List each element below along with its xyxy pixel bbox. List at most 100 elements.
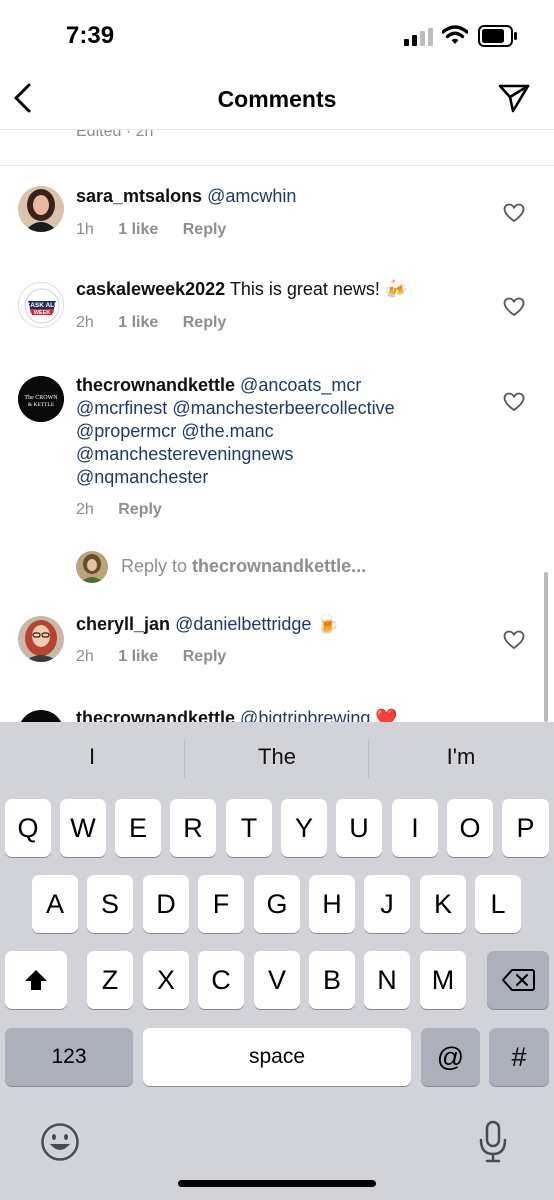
key-z[interactable]: Z: [87, 951, 133, 1009]
shift-arrow-icon: [25, 970, 47, 990]
key-g[interactable]: G: [254, 875, 300, 933]
comment-time: 2h: [76, 314, 94, 331]
likes-count[interactable]: 1 like: [118, 221, 158, 238]
mention-link[interactable]: @nqmanchester: [76, 467, 208, 487]
comment-text: thecrownandkettle @bigtripbrewing ❤️: [76, 707, 506, 722]
page-title: Comments: [217, 86, 337, 112]
mention-link[interactable]: @ancoats_mcr: [240, 375, 361, 395]
mention-link[interactable]: @propermcr: [76, 421, 176, 441]
mention-link[interactable]: @manchestereveningnews: [76, 444, 293, 464]
mention-link[interactable]: @the.manc: [181, 421, 273, 441]
home-indicator[interactable]: [178, 1180, 376, 1187]
avatar[interactable]: [18, 616, 64, 662]
key-n[interactable]: N: [364, 951, 410, 1009]
key-o[interactable]: O: [447, 799, 493, 857]
at-key[interactable]: @: [421, 1028, 480, 1086]
previous-comment-strip: Edited · 2h: [0, 130, 554, 166]
key-l[interactable]: L: [475, 875, 521, 933]
wifi-icon: [442, 25, 468, 44]
reply-button[interactable]: Reply: [118, 501, 162, 518]
mention-link[interactable]: @danielbettridge: [175, 614, 311, 634]
key-x[interactable]: X: [143, 951, 189, 1009]
reply-to-username: thecrownandkettle...: [192, 556, 367, 576]
reply-button[interactable]: Reply: [183, 314, 227, 331]
comment-time: 2h: [76, 648, 94, 665]
suggestion-item[interactable]: I: [0, 744, 184, 770]
key-f[interactable]: F: [198, 875, 244, 933]
avatar[interactable]: [18, 186, 64, 232]
key-t[interactable]: T: [226, 799, 272, 857]
key-y[interactable]: Y: [281, 799, 327, 857]
likes-count[interactable]: 1 like: [118, 648, 158, 665]
paper-plane-icon[interactable]: [496, 82, 532, 114]
comment-username[interactable]: sara_mtsalons: [76, 186, 202, 206]
key-j[interactable]: J: [364, 875, 410, 933]
heart-icon[interactable]: [503, 297, 525, 317]
comment-username[interactable]: thecrownandkettle: [76, 375, 235, 395]
avatar-text-line2: & KETTLE: [28, 402, 55, 408]
key-w[interactable]: W: [60, 799, 106, 857]
key-b[interactable]: B: [309, 951, 355, 1009]
comment-text: cheryll_jan @danielbettridge 🍺: [76, 613, 506, 636]
comment-text: caskaleweek2022 This is great news! 🍻: [76, 278, 506, 301]
mention-link[interactable]: @mcrfinest: [76, 398, 167, 418]
key-u[interactable]: U: [336, 799, 382, 857]
edited-label: Edited · 2h: [76, 130, 154, 140]
battery-icon: [478, 25, 517, 47]
key-i[interactable]: I: [392, 799, 438, 857]
key-s[interactable]: S: [87, 875, 133, 933]
key-c[interactable]: C: [198, 951, 244, 1009]
mention-link[interactable]: @manchesterbeercollective: [172, 398, 394, 418]
avatar[interactable]: CASK ALE WEEK: [18, 282, 64, 328]
microphone-icon[interactable]: [478, 1120, 508, 1164]
reply-to-indicator[interactable]: Reply to thecrownandkettle...: [76, 550, 516, 584]
key-d[interactable]: D: [143, 875, 189, 933]
key-a[interactable]: A: [32, 875, 78, 933]
comment-item: cheryll_jan @danielbettridge 🍺 2h 1 like…: [0, 610, 554, 700]
comment-username[interactable]: cheryll_jan: [76, 614, 170, 634]
comment-meta: 2h Reply: [76, 501, 182, 519]
comment-meta: 1h 1 like Reply: [76, 221, 246, 239]
heart-emoji: ❤️: [375, 708, 398, 722]
emoji-icon[interactable]: [40, 1122, 80, 1162]
backspace-icon: [502, 969, 535, 991]
shift-key[interactable]: [5, 951, 67, 1009]
comment-username[interactable]: thecrownandkettle: [76, 708, 235, 722]
key-e[interactable]: E: [115, 799, 161, 857]
heart-icon[interactable]: [503, 392, 525, 412]
reply-button[interactable]: Reply: [183, 221, 227, 238]
avatar-text-line1: The CROWN: [24, 395, 58, 401]
comment-item: The CROWN & KETTLE thecrownandkettle @an…: [0, 370, 554, 560]
beer-emoji: 🍺: [316, 614, 339, 634]
mention-link[interactable]: @amcwhin: [207, 186, 296, 206]
hash-key[interactable]: #: [489, 1028, 549, 1086]
delete-key[interactable]: [487, 951, 549, 1009]
comment-time: 1h: [76, 221, 94, 238]
likes-count[interactable]: 1 like: [118, 314, 158, 331]
suggestion-item[interactable]: The: [185, 744, 369, 770]
heart-icon[interactable]: [503, 630, 525, 650]
comment-username[interactable]: caskaleweek2022: [76, 279, 225, 299]
scrollbar[interactable]: [544, 572, 548, 722]
comments-list[interactable]: sara_mtsalons @amcwhin 1h 1 like Reply C…: [0, 166, 554, 722]
key-q[interactable]: Q: [5, 799, 51, 857]
key-k[interactable]: K: [420, 875, 466, 933]
mention-link[interactable]: @bigtripbrewing: [240, 708, 370, 722]
reply-button[interactable]: Reply: [183, 648, 227, 665]
suggestion-item[interactable]: I'm: [369, 744, 553, 770]
space-key[interactable]: space: [143, 1028, 411, 1086]
avatar[interactable]: The CROWN & KETTLE: [18, 376, 64, 422]
key-p[interactable]: P: [502, 799, 549, 857]
key-h[interactable]: H: [309, 875, 355, 933]
avatar: [76, 551, 108, 583]
suggestion-bar: I The I'm: [0, 722, 554, 796]
key-v[interactable]: V: [254, 951, 300, 1009]
key-m[interactable]: M: [420, 951, 466, 1009]
avatar[interactable]: [18, 710, 64, 722]
heart-icon[interactable]: [503, 203, 525, 223]
avatar-text-line2: WEEK: [34, 310, 51, 316]
key-r[interactable]: R: [170, 799, 216, 857]
comment-text: thecrownandkettle @ancoats_mcr @mcrfines…: [76, 374, 506, 489]
signal-icon: [404, 28, 433, 46]
numbers-key[interactable]: 123: [5, 1028, 133, 1086]
